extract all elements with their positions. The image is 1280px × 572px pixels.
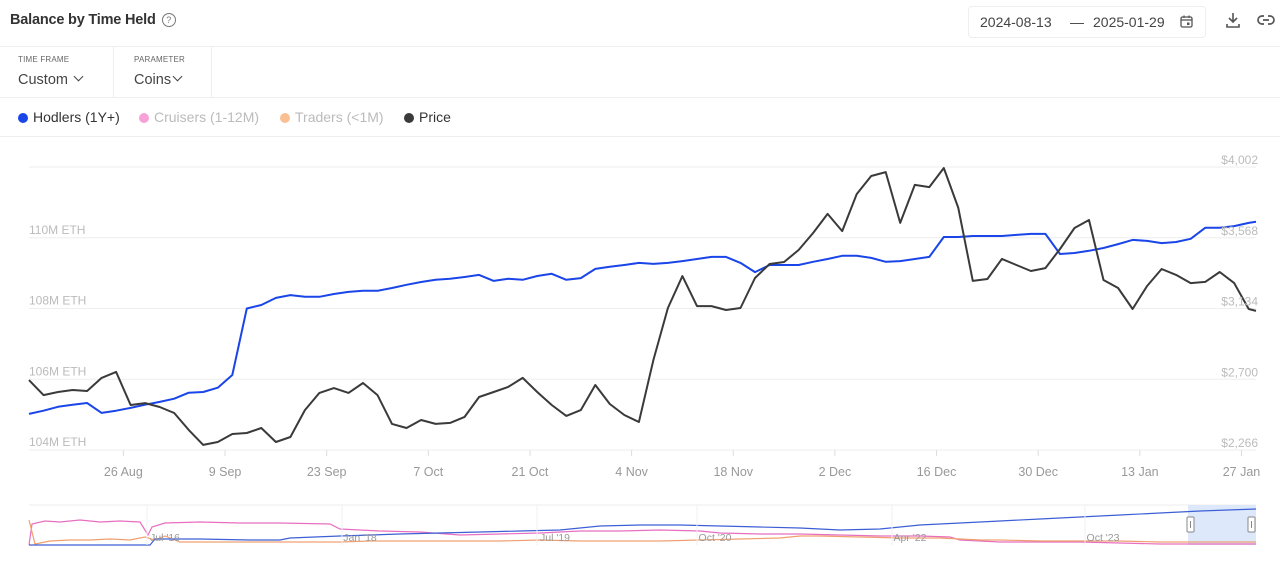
left-axis-tick: 106M ETH [29, 364, 86, 378]
time-frame-dropdown[interactable]: TIME FRAME Custom [0, 47, 114, 97]
legend-dot [280, 113, 290, 123]
chevron-down-icon [73, 71, 84, 82]
right-axis-tick: $2,266 [1221, 436, 1258, 450]
question-circle-icon[interactable]: ? [161, 13, 176, 27]
right-axis-tick: $2,700 [1221, 365, 1258, 379]
chart-legend: Hodlers (1Y+) Cruisers (1-12M) Traders (… [0, 98, 1280, 137]
x-axis-tick: 9 Sep [209, 465, 242, 479]
navigator-selection[interactable] [1188, 505, 1256, 545]
date-range-picker[interactable]: 2024-08-13 — 2025-01-29 [968, 6, 1206, 38]
left-axis-tick: 110M ETH [29, 223, 85, 237]
left-axis-tick: 108M ETH [29, 294, 86, 308]
legend-item-traders[interactable]: Traders (<1M) [280, 109, 384, 125]
date-separator: — [1070, 14, 1084, 30]
right-axis-tick: $3,568 [1221, 224, 1258, 238]
legend-dot [404, 113, 414, 123]
calendar-icon[interactable] [1180, 15, 1193, 28]
legend-item-price[interactable]: Price [404, 109, 451, 125]
navigator-tick: Apr '22 [894, 532, 927, 544]
navigator-cruisers-line [28, 519, 1256, 546]
date-to[interactable]: 2025-01-29 [1093, 14, 1165, 30]
filter-bar: TIME FRAME Custom PARAMETER Coins [0, 47, 1280, 98]
link-icon[interactable] [1256, 10, 1276, 30]
date-from[interactable]: 2024-08-13 [980, 14, 1052, 30]
navigator-tick: Oct '23 [1087, 532, 1120, 544]
left-axis-tick: 104M ETH [29, 435, 86, 449]
download-icon[interactable] [1223, 10, 1243, 30]
navigator-tick: Jul '16 [150, 532, 180, 544]
x-axis-tick: 21 Oct [512, 465, 549, 479]
x-axis-tick: 2 Dec [819, 465, 852, 479]
navigator-tick: Jan '18 [343, 532, 377, 544]
navigator[interactable]: Jul '16 Jan '18 Jul '19 Oct '20 Apr '22 Oct '… [28, 504, 1257, 546]
x-axis-tick: 4 Nov [615, 465, 648, 479]
legend-dot [18, 113, 28, 123]
navigator-handle-right[interactable] [1247, 516, 1256, 533]
chart-title: Balance by Time Held? [10, 12, 176, 28]
navigator-hodlers-line [29, 508, 1257, 546]
x-axis-tick: 16 Dec [917, 465, 957, 479]
navigator-handle-left[interactable] [1186, 516, 1195, 533]
legend-dot [139, 113, 149, 123]
x-axis-tick: 30 Dec [1018, 465, 1058, 479]
chart-header: Balance by Time Held? 2024-08-13 — 2025-… [0, 0, 1280, 47]
x-axis-tick: 27 Jan [1223, 465, 1261, 479]
navigator-traders-line [28, 519, 1256, 545]
x-axis-tick: 7 Oct [413, 465, 443, 479]
parameter-dropdown[interactable]: PARAMETER Coins [116, 47, 212, 97]
navigator-tick: Oct '20 [699, 532, 732, 544]
navigator-tick: Jul '19 [540, 532, 570, 544]
legend-item-cruisers[interactable]: Cruisers (1-12M) [139, 109, 259, 125]
x-axis-tick: 23 Sep [307, 465, 347, 479]
right-axis-tick: $4,002 [1221, 153, 1258, 167]
chevron-down-icon [172, 71, 183, 82]
legend-item-hodlers[interactable]: Hodlers (1Y+) [18, 109, 120, 125]
x-axis-tick: 26 Aug [104, 465, 143, 479]
hodlers-series-line[interactable] [28, 220, 1257, 415]
right-axis-tick: $3,134 [1221, 295, 1258, 309]
x-axis-tick: 18 Nov [713, 465, 753, 479]
x-axis-tick: 13 Jan [1121, 465, 1159, 479]
price-series-line[interactable] [28, 167, 1257, 446]
